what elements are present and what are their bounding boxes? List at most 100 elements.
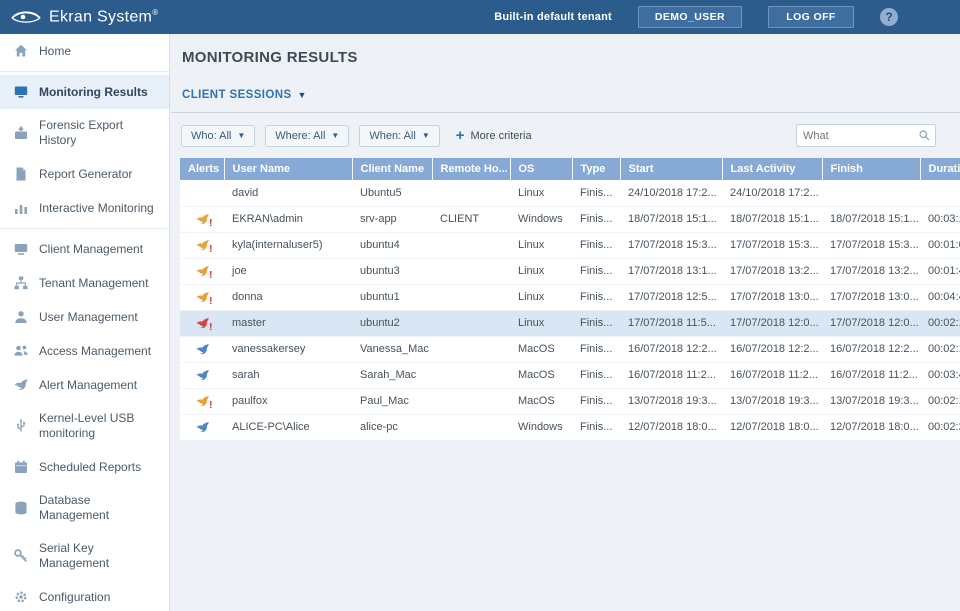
alert-exclamation-mark: ! <box>209 295 213 307</box>
cell-finish <box>822 180 920 207</box>
cell-start: 17/07/2018 13:1... <box>620 258 722 285</box>
sidebar-item-scheduled-reports[interactable]: Scheduled Reports <box>0 450 169 484</box>
cell-start: 17/07/2018 15:3... <box>620 232 722 259</box>
alerts-cell <box>180 414 224 441</box>
scheduled-reports-icon <box>13 459 29 475</box>
session-row[interactable]: ! paulfox Paul_Mac MacOS Finis... 13/07/2018 … <box>180 388 960 415</box>
column-header-start[interactable]: Start <box>619 158 722 180</box>
cell-duration: 00:02:14 <box>920 336 960 363</box>
column-header-client-name[interactable]: Client Name <box>351 158 432 180</box>
sidebar-item-monitoring-results[interactable]: Monitoring Results <box>0 75 169 109</box>
session-row[interactable]: ! EKRAN\admin srv-app CLIENT Windows Finis...… <box>180 206 960 233</box>
alert-exclamation-mark: ! <box>209 243 213 255</box>
session-row[interactable]: ! donna ubuntu1 Linux Finis... 17/07/2018 12:… <box>180 284 960 311</box>
sidebar-item-configuration[interactable]: Configuration <box>0 580 169 611</box>
session-row[interactable]: ALICE-PC\Alice alice-pc Windows Finis... 12/… <box>180 414 960 441</box>
home-icon <box>13 43 29 59</box>
sidebar-item-label: User Management <box>39 309 138 324</box>
session-row[interactable]: ! master ubuntu2 Linux Finis... 17/07/2018 11… <box>180 310 960 337</box>
cell-remote <box>432 414 510 441</box>
filter-chip-where[interactable]: Where: All ▼ <box>265 124 350 147</box>
column-header-alerts[interactable]: Alerts <box>180 158 224 180</box>
sidebar-item-tenant-management[interactable]: Tenant Management <box>0 266 169 300</box>
sidebar-item-alert-management[interactable]: Alert Management <box>0 368 169 402</box>
filter-chip-when[interactable]: When: All ▼ <box>359 124 440 147</box>
column-header-last-activity[interactable]: Last Activity <box>721 158 822 180</box>
cell-duration: 00:03:11 <box>920 206 960 233</box>
user-menu-button[interactable]: DEMO_USER <box>637 6 742 28</box>
sidebar-item-client-management[interactable]: Client Management <box>0 232 169 266</box>
more-criteria-button[interactable]: + More criteria <box>456 128 532 143</box>
cell-type: Finis... <box>572 362 620 389</box>
column-header-finish[interactable]: Finish <box>821 158 920 180</box>
column-header-remote-ho[interactable]: Remote Ho... <box>431 158 510 180</box>
cell-client: ubuntu3 <box>352 258 432 285</box>
cell-remote <box>432 180 510 207</box>
sidebar-item-forensic-export-history[interactable]: Forensic Export History <box>0 109 169 157</box>
session-row[interactable]: sarah Sarah_Mac MacOS Finis... 16/07/2018 11… <box>180 362 960 389</box>
tab-client-sessions[interactable]: CLIENT SESSIONS ▼ <box>182 89 307 101</box>
sessions-table-body: david Ubuntu5 Linux Finis... 24/10/2018 17:2… <box>180 180 960 441</box>
page-title: MONITORING RESULTS <box>182 49 358 66</box>
sidebar-item-label: Forensic Export History <box>39 118 124 147</box>
cell-remote <box>432 388 510 415</box>
sidebar-item-user-management[interactable]: User Management <box>0 300 169 334</box>
session-row[interactable]: ! kyla(internaluser5) ubuntu4 Linux Finis...… <box>180 232 960 259</box>
column-header-user-name[interactable]: User Name <box>223 158 352 180</box>
sidebar-item-interactive-monitoring[interactable]: Interactive Monitoring <box>0 191 169 225</box>
cell-client: Paul_Mac <box>352 388 432 415</box>
cell-last: 12/07/2018 18:0... <box>722 414 822 441</box>
session-row[interactable]: david Ubuntu5 Linux Finis... 24/10/2018 17:2… <box>180 180 960 207</box>
sidebar-item-database-management[interactable]: Database Management <box>0 484 169 532</box>
cell-type: Finis... <box>572 388 620 415</box>
ekran-eye-icon <box>10 8 42 26</box>
cell-finish: 17/07/2018 12:0... <box>822 310 920 337</box>
filter-bar: Who: All ▼ Where: All ▼ When: All ▼ + More cr… <box>171 113 960 158</box>
column-header-type[interactable]: Type <box>571 158 620 180</box>
user-management-icon <box>13 309 29 325</box>
column-header-os[interactable]: OS <box>509 158 572 180</box>
cell-os: MacOS <box>510 336 572 363</box>
cell-start: 16/07/2018 12:2... <box>620 336 722 363</box>
cell-start: 12/07/2018 18:0... <box>620 414 722 441</box>
sidebar-divider <box>0 228 169 229</box>
cell-start: 24/10/2018 17:2... <box>620 180 722 207</box>
cell-finish: 18/07/2018 15:1... <box>822 206 920 233</box>
help-icon[interactable]: ? <box>880 8 898 26</box>
sidebar-item-report-generator[interactable]: Report Generator <box>0 157 169 191</box>
search-input[interactable] <box>797 129 918 142</box>
usb-monitoring-icon <box>13 418 29 434</box>
forensic-export-icon <box>13 125 29 141</box>
alerts-cell: ! <box>180 232 224 259</box>
tenant-management-icon <box>13 275 29 291</box>
alert-flag-icon <box>195 368 210 383</box>
sidebar-item-label: Report Generator <box>39 166 133 181</box>
search-icon[interactable] <box>918 129 931 142</box>
alert-flag-icon: ! <box>195 264 213 280</box>
column-header-duration[interactable]: Duration <box>919 158 960 180</box>
sidebar-item-kernel-level-usb-monitoring[interactable]: Kernel-Level USB monitoring <box>0 402 169 450</box>
session-row[interactable]: vanessakersey Vanessa_Mac MacOS Finis... 16/… <box>180 336 960 363</box>
filter-chip-label: When: All <box>369 129 416 142</box>
logoff-button[interactable]: LOG OFF <box>768 6 854 28</box>
access-management-icon <box>13 343 29 359</box>
sidebar-item-label: Client Management <box>39 241 144 256</box>
filter-chips: Who: All ▼ Where: All ▼ When: All ▼ <box>181 124 440 147</box>
chevron-down-icon: ▼ <box>237 131 246 140</box>
table-header-row: Alerts User Name Client Name Remote Ho... OS… <box>180 158 960 180</box>
sidebar-item-access-management[interactable]: Access Management <box>0 334 169 368</box>
session-row[interactable]: ! joe ubuntu3 Linux Finis... 17/07/2018 13:1.… <box>180 258 960 285</box>
sidebar-item-home[interactable]: Home <box>0 34 169 68</box>
cell-os: MacOS <box>510 362 572 389</box>
alerts-cell <box>180 336 224 363</box>
cell-user: kyla(internaluser5) <box>224 232 352 259</box>
app-logo: Ekran System® <box>0 8 158 26</box>
cell-finish: 17/07/2018 13:0... <box>822 284 920 311</box>
sidebar-item-serial-key-management[interactable]: Serial Key Management <box>0 532 169 580</box>
cell-os: Linux <box>510 232 572 259</box>
top-bar: Ekran System® Built-in default tenant DE… <box>0 0 960 34</box>
filter-chip-who[interactable]: Who: All ▼ <box>181 124 256 147</box>
interactive-monitoring-icon <box>13 200 29 216</box>
cell-last: 16/07/2018 11:2... <box>722 362 822 389</box>
cell-last: 17/07/2018 13:2... <box>722 258 822 285</box>
